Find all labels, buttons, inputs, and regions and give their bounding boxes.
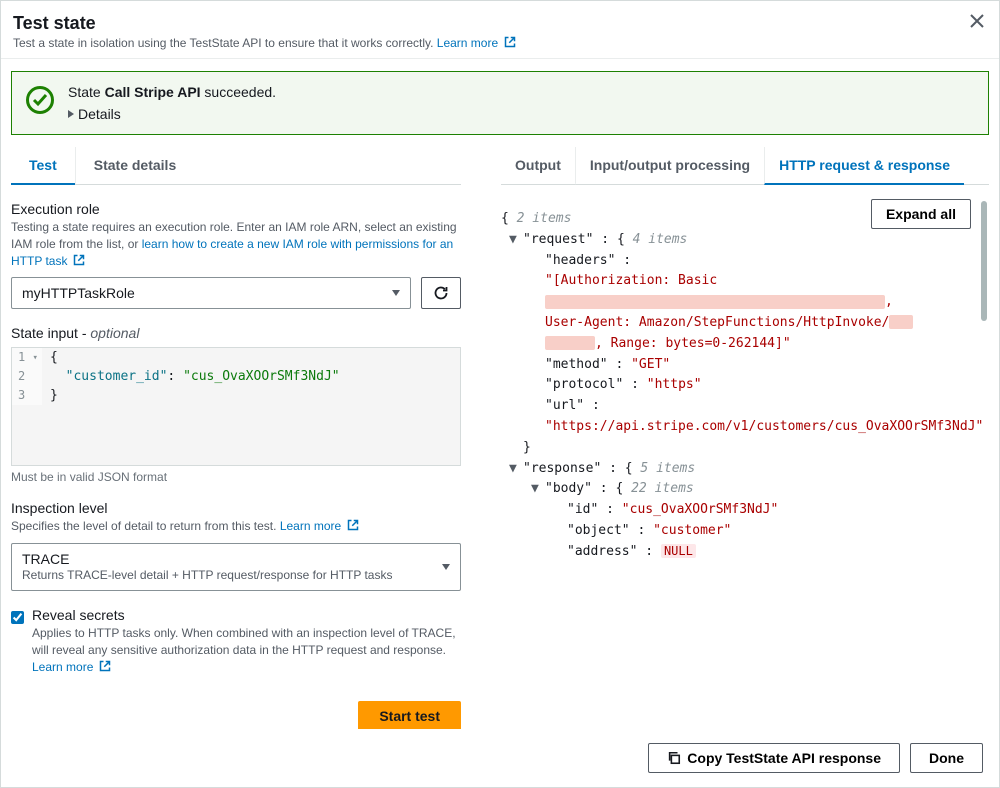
state-input-editor[interactable]: 1 ▾{2 "customer_id": "cus_OvaXOOrSMf3NdJ… — [11, 347, 461, 466]
json-request-headers: "headers" : — [501, 251, 989, 272]
banner-details-toggle[interactable]: Details — [68, 106, 276, 122]
refresh-icon — [433, 285, 449, 301]
dialog-title: Test state — [13, 13, 983, 34]
json-viewer[interactable]: ▼{ 2 items ▼"request" : { 4 items "heade… — [501, 201, 989, 661]
dialog-subtitle: Test a state in isolation using the Test… — [13, 36, 983, 50]
reveal-secrets-checkbox[interactable] — [11, 611, 24, 624]
external-link-icon — [99, 660, 111, 672]
left-tabs: Test State details — [11, 147, 461, 185]
chevron-down-icon — [392, 290, 400, 296]
json-root[interactable]: ▼{ 2 items — [501, 209, 989, 230]
learn-more-link[interactable]: Learn more — [437, 36, 516, 50]
close-button[interactable] — [967, 11, 987, 31]
inspection-level-select[interactable]: TRACE Returns TRACE-level detail + HTTP … — [11, 543, 461, 591]
reveal-secrets-section: Reveal secrets Applies to HTTP tasks onl… — [11, 607, 461, 675]
success-check-icon — [26, 86, 54, 114]
json-body-id: "id" : "cus_OvaXOOrSMf3NdJ" — [501, 500, 989, 521]
copy-response-button[interactable]: Copy TestState API response — [648, 743, 900, 773]
banner-container: State Call Stripe API succeeded. Details — [1, 59, 999, 147]
caret-right-icon — [68, 110, 74, 118]
json-response-body[interactable]: ▼"body" : { 22 items — [501, 479, 989, 500]
external-link-icon — [73, 254, 85, 266]
json-body-object: "object" : "customer" — [501, 521, 989, 542]
tab-http-req-resp[interactable]: HTTP request & response — [764, 147, 964, 185]
done-button[interactable]: Done — [910, 743, 983, 773]
tab-test[interactable]: Test — [11, 147, 75, 185]
redacted-secret — [545, 295, 885, 309]
execution-role-title: Execution role — [11, 201, 461, 217]
execution-role-section: Execution role Testing a state requires … — [11, 201, 461, 309]
json-request[interactable]: ▼"request" : { 4 items — [501, 230, 989, 251]
inspection-level-section: Inspection level Specifies the level of … — [11, 500, 461, 591]
success-banner: State Call Stripe API succeeded. Details — [11, 71, 989, 135]
state-input-title: State input - optional — [11, 325, 461, 341]
code-line: 1 ▾{ — [12, 348, 460, 367]
banner-message: State Call Stripe API succeeded. — [68, 84, 276, 100]
left-column: Test State details Execution role Testin… — [11, 147, 481, 687]
reveal-secrets-desc: Applies to HTTP tasks only. When combine… — [32, 625, 461, 675]
json-response[interactable]: ▼"response" : { 5 items — [501, 459, 989, 480]
tab-output[interactable]: Output — [501, 147, 575, 185]
json-body-address: "address" : NULL — [501, 542, 989, 563]
json-request-protocol: "protocol" : "https" — [501, 375, 989, 396]
redacted-secret — [545, 336, 595, 350]
redacted-secret — [889, 315, 913, 329]
inspection-level-title: Inspection level — [11, 500, 461, 516]
start-test-button[interactable]: Start test — [358, 701, 461, 731]
json-format-hint: Must be in valid JSON format — [11, 470, 461, 484]
reveal-learn-more-link[interactable]: Learn more — [32, 660, 111, 674]
state-input-section: State input - optional 1 ▾{2 "customer_i… — [11, 325, 461, 484]
close-icon — [969, 13, 985, 29]
json-request-url: "url" : — [501, 396, 989, 417]
right-column: Output Input/output processing HTTP requ… — [481, 147, 989, 687]
dialog-footer: Copy TestState API response Done — [1, 729, 999, 787]
json-request-method: "method" : "GET" — [501, 355, 989, 376]
external-link-icon — [504, 36, 516, 48]
reveal-secrets-label: Reveal secrets — [32, 607, 461, 623]
inspection-learn-more-link[interactable]: Learn more — [280, 519, 359, 533]
tab-state-details[interactable]: State details — [75, 147, 194, 185]
banner-body: State Call Stripe API succeeded. Details — [68, 84, 276, 122]
code-line: 3} — [12, 386, 460, 405]
code-line: 2 "customer_id": "cus_OvaXOOrSMf3NdJ" — [12, 367, 460, 386]
external-link-icon — [347, 519, 359, 531]
tab-io-processing[interactable]: Input/output processing — [575, 147, 764, 185]
dialog-header: Test state Test a state in isolation usi… — [1, 1, 999, 59]
execution-role-select[interactable]: myHTTPTaskRole — [11, 277, 411, 309]
right-tabs: Output Input/output processing HTTP requ… — [501, 147, 989, 185]
scrollbar-thumb[interactable] — [981, 201, 987, 321]
chevron-down-icon — [442, 564, 450, 570]
inspection-level-desc: Specifies the level of detail to return … — [11, 518, 461, 535]
refresh-roles-button[interactable] — [421, 277, 461, 309]
execution-role-desc: Testing a state requires an execution ro… — [11, 219, 461, 269]
copy-icon — [667, 751, 681, 765]
